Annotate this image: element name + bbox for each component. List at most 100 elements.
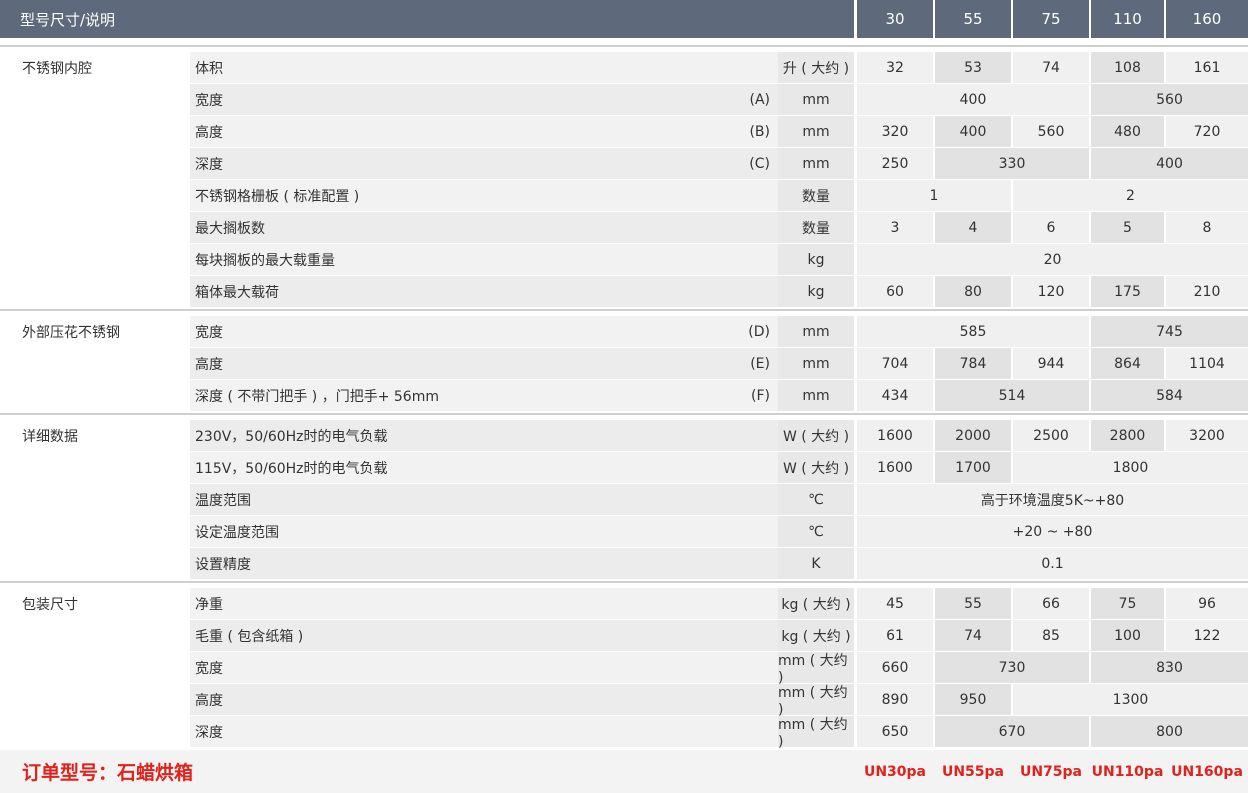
value-cell: 584 [1091,380,1248,411]
value-cell: 8 [1166,212,1248,243]
param-marker: (E) [750,355,770,372]
value-cell: 66 [1013,588,1089,619]
value-cell: 890 [857,684,933,715]
param-marker [740,244,770,275]
unit-cell: mm [778,348,854,379]
value-cell: 1800 [1013,452,1248,483]
value-cell: 1300 [1013,684,1248,715]
header-model-110: 110 [1091,0,1164,38]
value-cell: 400 [935,116,1011,147]
group-label: 不锈钢内腔 [22,60,92,77]
param-label: 深度 ( 不带门把手 ) ，门把手+ 56mm [195,388,439,405]
param-marker [740,52,770,83]
value-cell: 2500 [1013,420,1089,451]
value-cell: 60 [857,276,933,307]
unit-cell: mm [778,380,854,411]
header-model-160: 160 [1166,0,1248,38]
param-label: 深度 [195,724,223,741]
value-cell: 61 [857,620,933,651]
param-marker [740,420,770,451]
value-cell: 20 [857,244,1248,275]
value-cell: 730 [935,652,1089,683]
value-cell: 864 [1091,348,1164,379]
group-label: 外部压花不锈钢 [22,324,120,341]
header-model-75: 75 [1013,0,1089,38]
value-cell: 250 [857,148,933,179]
group-divider [0,581,1248,583]
order-code-55: UN55pa [941,763,1005,780]
value-cell: 745 [1091,316,1248,347]
param-label: 宽度 [195,660,223,677]
group-divider [0,413,1248,415]
param-label: 设定温度范围 [195,524,279,541]
param-label: 设置精度 [195,556,251,573]
order-title: 订单型号：石蜡烘箱 [22,762,194,784]
value-cell: 4 [935,212,1011,243]
param-label: 最大搁板数 [195,220,265,237]
value-cell: 6 [1013,212,1089,243]
value-cell: 660 [857,652,933,683]
value-cell: 161 [1166,52,1248,83]
value-cell: 1104 [1166,348,1248,379]
value-cell: 74 [1013,52,1089,83]
param-label: 不锈钢格栅板 ( 标准配置 ) [195,188,360,205]
value-cell: 75 [1091,588,1164,619]
value-cell: 330 [935,148,1089,179]
value-cell: 55 [935,588,1011,619]
value-cell: 175 [1091,276,1164,307]
value-cell: 2800 [1091,420,1164,451]
param-marker [740,452,770,483]
header-model-55: 55 [935,0,1011,38]
value-cell: 400 [857,84,1089,115]
param-label: 宽度 [195,324,223,341]
value-cell: 53 [935,52,1011,83]
param-marker [740,652,770,683]
param-marker: (F) [751,387,770,404]
unit-cell: ℃ [778,484,854,515]
value-cell: 480 [1091,116,1164,147]
param-label: 230V，50/60Hz时的电气负载 [195,428,388,445]
value-cell: 650 [857,716,933,747]
unit-cell: 升 ( 大约 ) [778,52,854,83]
param-marker [740,212,770,243]
group-label: 详细数据 [22,428,78,445]
param-marker [740,516,770,547]
value-cell: 122 [1166,620,1248,651]
value-cell: 74 [935,620,1011,651]
value-cell: 400 [1091,148,1248,179]
value-cell: 585 [857,316,1089,347]
value-cell: 704 [857,348,933,379]
value-cell: 0.1 [857,548,1248,579]
value-cell: +20 ~ +80 [857,516,1248,547]
param-marker: (A) [749,91,770,108]
value-cell: 96 [1166,588,1248,619]
value-cell: 784 [935,348,1011,379]
value-cell: 1600 [857,452,933,483]
param-marker [740,588,770,619]
param-label: 每块搁板的最大载重量 [195,252,335,269]
unit-cell: mm [778,84,854,115]
unit-cell: kg [778,276,854,307]
value-cell: 5 [1091,212,1164,243]
value-cell: 560 [1091,84,1248,115]
value-cell: 1700 [935,452,1011,483]
param-label: 高度 [195,124,223,141]
group-label: 包装尺寸 [22,596,78,613]
unit-cell: mm [778,316,854,347]
value-cell: 2000 [935,420,1011,451]
value-cell: 670 [935,716,1089,747]
value-cell: 514 [935,380,1089,411]
header-title: 型号尺寸/说明 [0,0,854,38]
unit-cell: kg [778,244,854,275]
value-cell: 800 [1091,716,1248,747]
value-cell: 434 [857,380,933,411]
value-cell: 2 [1013,180,1248,211]
unit-cell: mm ( 大约 ) [778,652,854,686]
value-cell: 108 [1091,52,1164,83]
param-marker [740,276,770,307]
param-marker [740,684,770,715]
unit-cell: mm [778,116,854,147]
unit-cell: mm [778,148,854,179]
param-marker [740,716,770,747]
param-marker: (C) [749,155,770,172]
